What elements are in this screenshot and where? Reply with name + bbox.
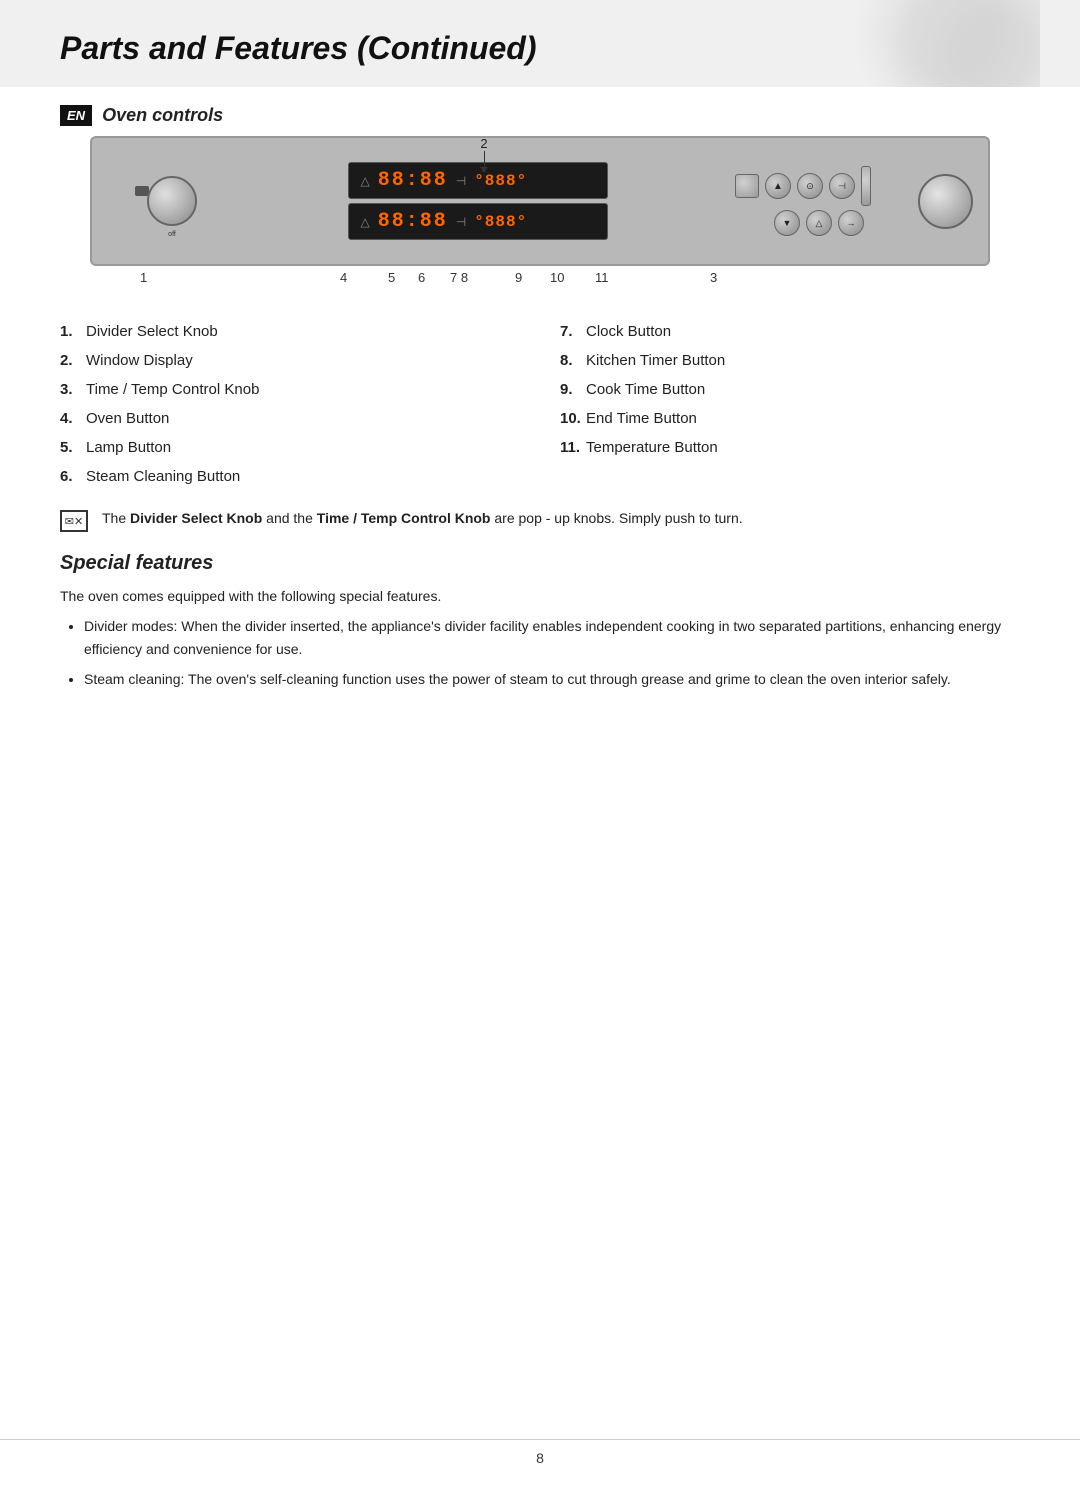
temperature-button[interactable] bbox=[861, 166, 871, 206]
note-icon-symbol: ✉✕ bbox=[65, 515, 83, 528]
panel-left bbox=[92, 138, 252, 264]
display-temp-top: °888° bbox=[474, 172, 527, 190]
part-num-9: 9. bbox=[560, 381, 582, 398]
oven-controls-title: Oven controls bbox=[102, 105, 223, 126]
display-arrow-bottom: ⊣ bbox=[456, 215, 466, 229]
part-num-10: 10. bbox=[560, 410, 582, 427]
oven-button[interactable] bbox=[735, 174, 759, 198]
part-label-2: Window Display bbox=[86, 352, 193, 369]
cook-time-button[interactable]: → bbox=[838, 210, 864, 236]
part-item-8: 8. Kitchen Timer Button bbox=[560, 349, 1020, 372]
oven-controls-section-header: EN Oven controls bbox=[60, 105, 1020, 126]
part-item-1: 1. Divider Select Knob bbox=[60, 320, 520, 343]
note-bold-2: Time / Temp Control Knob bbox=[317, 510, 491, 526]
part-num-5: 5. bbox=[60, 439, 82, 456]
note-icon: ✉✕ bbox=[60, 510, 88, 532]
lamp-button[interactable]: ▼ bbox=[774, 210, 800, 236]
note-text-2: and the bbox=[266, 510, 317, 526]
display-box-top: △ 88:88 ⊣ °888° bbox=[348, 162, 608, 199]
part-item-9: 9. Cook Time Button bbox=[560, 378, 1020, 401]
page-header: Parts and Features (Continued) bbox=[0, 0, 1080, 87]
btn-row-top: ▲ ⊙ ⊣ bbox=[735, 166, 871, 206]
clock-button[interactable]: ⊙ bbox=[797, 173, 823, 199]
label-num-2: 2 bbox=[480, 136, 487, 151]
label-pos-1: 1 bbox=[140, 270, 147, 285]
part-num-6: 6. bbox=[60, 468, 82, 485]
oven-panel: △ 88:88 ⊣ °888° △ 88:88 ⊣ °888° bbox=[90, 136, 990, 266]
note-text-3: are pop - up knobs. Simply push to turn. bbox=[494, 510, 742, 526]
part-label-1: Divider Select Knob bbox=[86, 323, 218, 340]
note-box: ✉✕ The Divider Select Knob and the Time … bbox=[60, 508, 1020, 532]
part-num-2: 2. bbox=[60, 352, 82, 369]
label-pos-7-8: 7 8 bbox=[450, 270, 468, 285]
part-label-8: Kitchen Timer Button bbox=[586, 352, 725, 369]
special-feature-item-1: Divider modes: When the divider inserted… bbox=[84, 615, 1020, 660]
part-item-2: 2. Window Display bbox=[60, 349, 520, 372]
language-badge: EN bbox=[60, 105, 92, 126]
steam-button[interactable]: △ bbox=[806, 210, 832, 236]
label-pos-11: 11 bbox=[595, 270, 609, 285]
part-item-4: 4. Oven Button bbox=[60, 407, 520, 430]
window-display: △ 88:88 ⊣ °888° △ 88:88 ⊣ °888° bbox=[252, 162, 703, 240]
label-pos-5: 5 bbox=[388, 270, 395, 285]
note-bold-1: Divider Select Knob bbox=[130, 510, 262, 526]
part-label-6: Steam Cleaning Button bbox=[86, 468, 240, 485]
part-label-5: Lamp Button bbox=[86, 439, 171, 456]
btn-row-bottom: ▼ △ → bbox=[742, 210, 864, 236]
display-icon-bottom: △ bbox=[361, 215, 370, 229]
part-num-1: 1. bbox=[60, 323, 82, 340]
label-pos-4: 4 bbox=[340, 270, 347, 285]
display-time-top: 88:88 bbox=[378, 169, 448, 192]
kitchen-timer-button[interactable]: ⊣ bbox=[829, 173, 855, 199]
part-item-11: 11. Temperature Button bbox=[560, 436, 1020, 459]
special-features-section: Special features The oven comes equipped… bbox=[60, 552, 1020, 691]
display-time-bottom: 88:88 bbox=[378, 210, 448, 233]
display-icon-top: △ bbox=[361, 174, 370, 188]
label-pos-3: 3 bbox=[710, 270, 717, 285]
main-content: 2 bbox=[0, 136, 1080, 691]
label-pos-6: 6 bbox=[418, 270, 425, 285]
diagram-number-labels: 1 4 5 6 7 8 9 10 11 3 bbox=[60, 270, 1020, 300]
label-pos-10: 10 bbox=[550, 270, 564, 285]
special-features-intro: The oven comes equipped with the followi… bbox=[60, 585, 1020, 607]
note-text: The Divider Select Knob and the Time / T… bbox=[102, 508, 743, 529]
part-label-9: Cook Time Button bbox=[586, 381, 705, 398]
special-features-list: Divider modes: When the divider inserted… bbox=[60, 615, 1020, 690]
part-label-4: Oven Button bbox=[86, 410, 169, 427]
part-num-11: 11. bbox=[560, 439, 582, 456]
part-num-3: 3. bbox=[60, 381, 82, 398]
time-temp-control-knob[interactable] bbox=[918, 174, 973, 229]
parts-list: 1. Divider Select Knob 7. Clock Button 2… bbox=[60, 320, 1020, 488]
part-label-10: End Time Button bbox=[586, 410, 697, 427]
up-button[interactable]: ▲ bbox=[765, 173, 791, 199]
part-item-3: 3. Time / Temp Control Knob bbox=[60, 378, 520, 401]
part-label-3: Time / Temp Control Knob bbox=[86, 381, 259, 398]
page-footer: 8 bbox=[0, 1439, 1080, 1466]
part-item-10: 10. End Time Button bbox=[560, 407, 1020, 430]
divider-select-knob[interactable] bbox=[147, 176, 197, 226]
display-temp-bottom: °888° bbox=[474, 213, 527, 231]
special-features-title: Special features bbox=[60, 552, 1020, 575]
oven-diagram: 2 bbox=[60, 136, 1020, 300]
display-box-bottom: △ 88:88 ⊣ °888° bbox=[348, 203, 608, 240]
part-num-8: 8. bbox=[560, 352, 582, 369]
part-label-11: Temperature Button bbox=[586, 439, 718, 456]
part-num-7: 7. bbox=[560, 323, 582, 340]
part-item-6: 6. Steam Cleaning Button bbox=[60, 465, 520, 488]
label-pos-9: 9 bbox=[515, 270, 522, 285]
part-label-7: Clock Button bbox=[586, 323, 671, 340]
page-number: 8 bbox=[536, 1450, 544, 1466]
display-arrow-top: ⊣ bbox=[456, 174, 466, 188]
panel-buttons: ▲ ⊙ ⊣ ▼ △ → bbox=[703, 166, 903, 236]
part-item-5: 5. Lamp Button bbox=[60, 436, 520, 459]
part-item-7: 7. Clock Button bbox=[560, 320, 1020, 343]
part-num-4: 4. bbox=[60, 410, 82, 427]
page-title: Parts and Features (Continued) bbox=[60, 30, 1020, 67]
special-feature-item-2: Steam cleaning: The oven's self-cleaning… bbox=[84, 668, 1020, 690]
